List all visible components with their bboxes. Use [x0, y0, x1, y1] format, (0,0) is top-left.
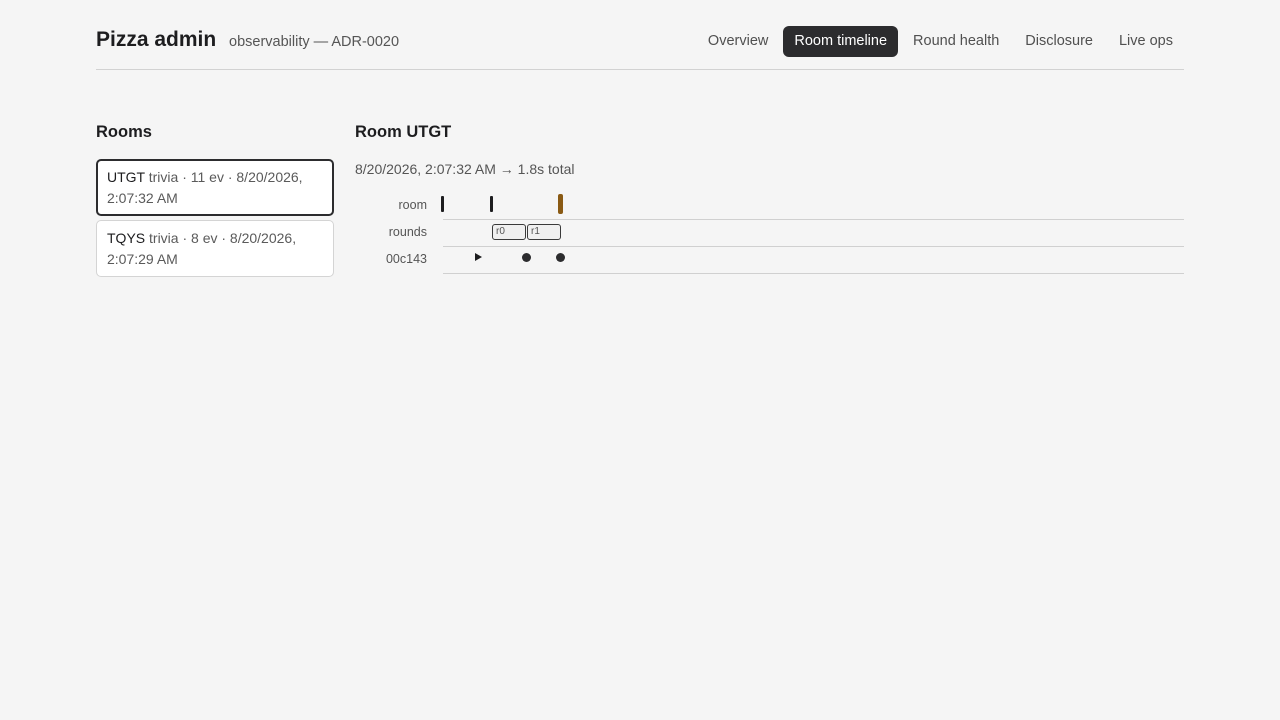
tab-disclosure[interactable]: Disclosure: [1014, 26, 1104, 57]
round-span-r1[interactable]: r1: [527, 224, 561, 240]
tab-room-timeline[interactable]: Room timeline: [783, 26, 899, 57]
player-event-dot[interactable]: [556, 253, 565, 262]
room-event-marker[interactable]: [441, 196, 444, 212]
room-code: UTGT: [107, 169, 145, 185]
app-title: Pizza admin: [96, 28, 217, 51]
tab-round-health[interactable]: Round health: [902, 26, 1010, 57]
room-item-tqys[interactable]: TQYS trivia · 8 ev · 8/20/2026, 2:07:29 …: [96, 220, 334, 277]
lane-divider: [443, 219, 1184, 220]
tab-live-ops[interactable]: Live ops: [1108, 26, 1184, 57]
room-code: TQYS: [107, 230, 146, 246]
room-warning-marker[interactable]: [558, 194, 563, 214]
tab-overview[interactable]: Overview: [697, 26, 779, 57]
room-event-marker[interactable]: [490, 196, 493, 212]
app-header: Pizza admin observability — ADR-0020 Ove…: [96, 0, 1184, 70]
lane-label-player: 00c143: [385, 252, 427, 266]
player-event-dot[interactable]: [522, 253, 531, 262]
app-subtitle: observability — ADR-0020: [229, 34, 400, 50]
round-span-r0[interactable]: r0: [492, 224, 526, 240]
play-icon[interactable]: [475, 253, 482, 261]
timeline-range: 8/20/2026, 2:07:32 AM → 1.8s total: [355, 161, 575, 177]
lane-label-room: room: [398, 198, 427, 212]
rooms-heading: Rooms: [96, 123, 152, 141]
lane-divider: [443, 273, 1184, 274]
lane-divider: [443, 246, 1184, 247]
room-detail-title: Room UTGT: [355, 123, 452, 141]
main-nav: Overview Room timeline Round health Disc…: [697, 26, 1184, 57]
room-item-utgt[interactable]: UTGT trivia · 11 ev · 8/20/2026, 2:07:32…: [96, 159, 334, 216]
lane-label-rounds: rounds: [388, 225, 427, 239]
